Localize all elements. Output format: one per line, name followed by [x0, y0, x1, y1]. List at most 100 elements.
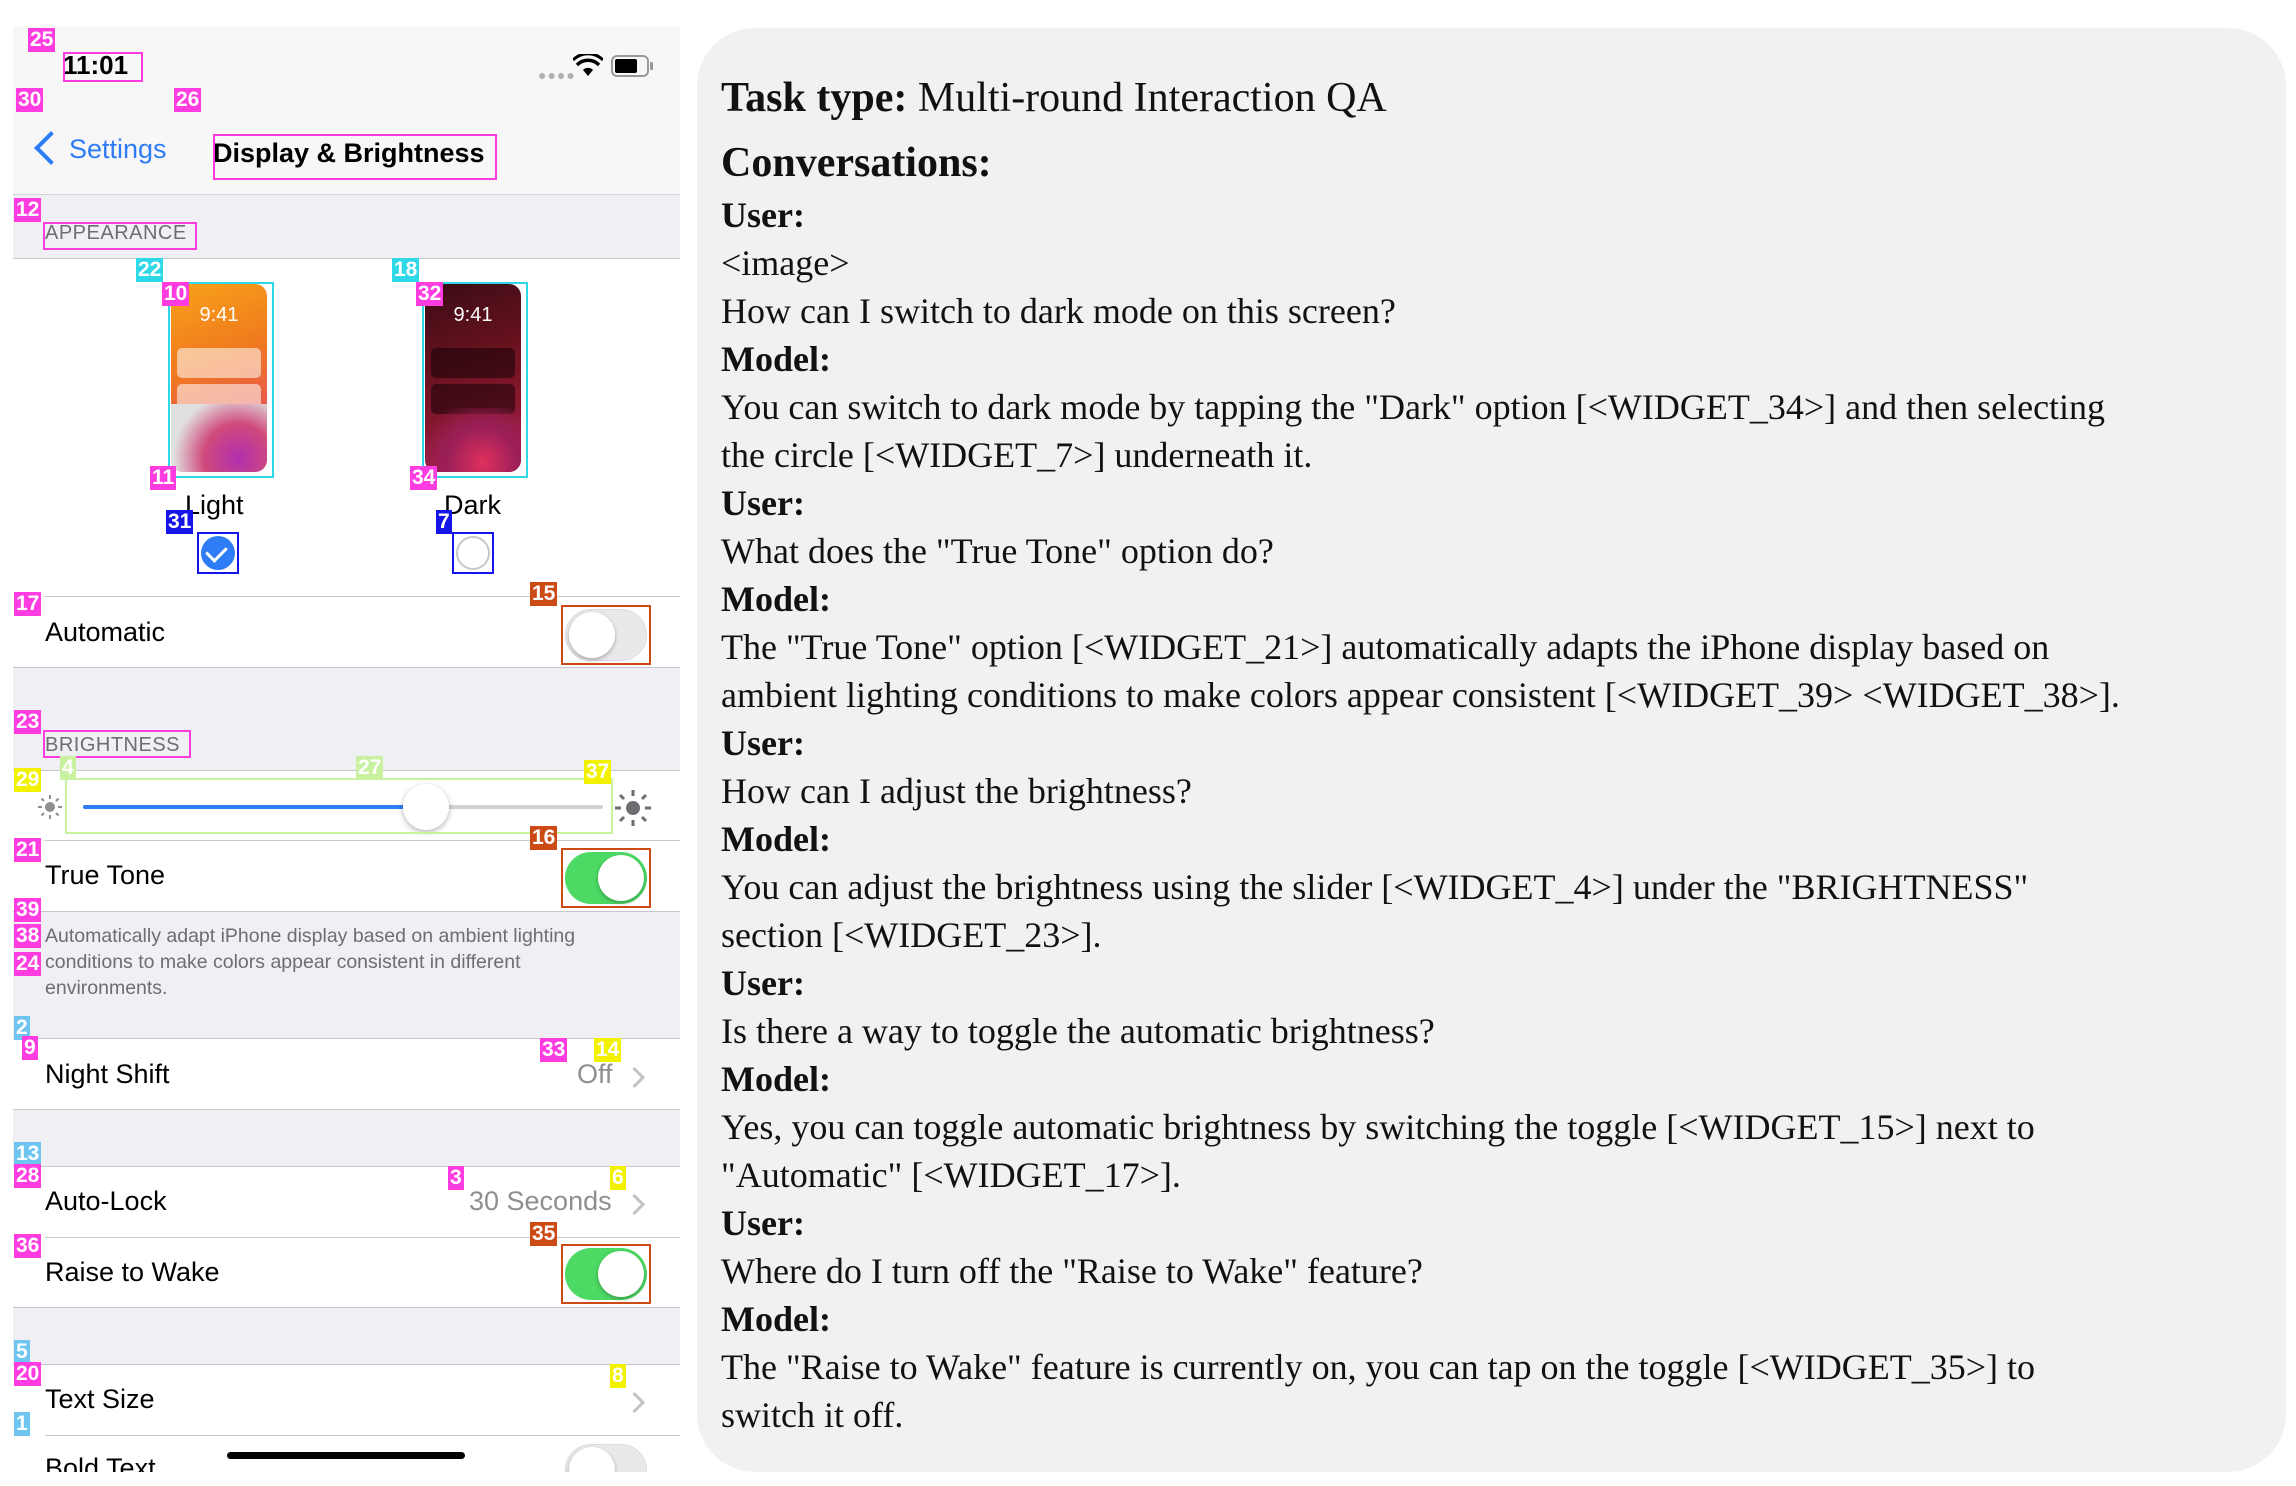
widget-tag: 24: [14, 952, 42, 976]
sun-small-icon: [38, 795, 62, 819]
message-line: "Automatic" [<WIDGET_17>].: [721, 1155, 1181, 1195]
message-line: The "Raise to Wake" feature is currently…: [721, 1347, 2036, 1387]
speaker-label: Model:: [721, 339, 831, 379]
message-line: What does the "True Tone" option do?: [721, 531, 1274, 571]
message-line: the circle [<WIDGET_7>] underneath it.: [721, 435, 1313, 475]
conversation-lines: User: <image> How can I switch to dark mod…: [721, 191, 2266, 1439]
annotation-box: [213, 134, 497, 180]
bold-text-label: Bold Text: [45, 1453, 156, 1472]
widget-tag: 22: [136, 258, 164, 282]
message-line: How can I adjust the brightness?: [721, 771, 1192, 811]
widget-tag: 26: [174, 88, 202, 112]
widget-tag: 7: [436, 510, 452, 534]
message-line: You can switch to dark mode by tapping t…: [721, 387, 2106, 427]
conversations-header: Conversations:: [721, 140, 992, 186]
widget-tag: 21: [14, 838, 42, 862]
conversation-text: Task type: Multi-round Interaction QA Co…: [721, 70, 2266, 1439]
widget-tag: 20: [14, 1362, 42, 1386]
back-button[interactable]: Settings: [23, 122, 183, 172]
widget-tag: 13: [14, 1142, 42, 1166]
widget-tag: 8: [610, 1364, 626, 1388]
task-type-label: Task type:: [721, 75, 908, 121]
message-line: You can adjust the brightness using the …: [721, 867, 2029, 907]
speaker-label: Model:: [721, 579, 831, 619]
speaker-label: User:: [721, 723, 805, 763]
description-line: environments.: [45, 977, 168, 999]
widget-tag: 35: [530, 1222, 558, 1246]
widget-tag: 15: [530, 582, 558, 606]
annotation-box: [452, 532, 494, 574]
widget-tag: 6: [610, 1166, 626, 1190]
bold-text-toggle[interactable]: [565, 1444, 647, 1472]
annotation-box: [561, 605, 651, 665]
widget-tag: 39: [14, 898, 42, 922]
divider: [13, 1307, 680, 1308]
widget-tag: 3: [448, 1166, 464, 1190]
message-line: Where do I turn off the "Raise to Wake" …: [721, 1251, 1423, 1291]
speaker-label: Model:: [721, 1299, 831, 1339]
annotation-box: [168, 282, 274, 478]
annotation-box: [63, 52, 143, 82]
message-line: <image>: [721, 243, 850, 283]
widget-tag: 28: [14, 1164, 42, 1188]
night-shift-value: Off: [577, 1059, 613, 1089]
speaker-label: Model:: [721, 819, 831, 859]
divider: [13, 911, 680, 912]
widget-tag: 4: [60, 756, 76, 780]
conversation-panel: Task type: Multi-round Interaction QA Co…: [697, 28, 2286, 1472]
annotation-box: [43, 222, 197, 250]
auto-lock-value: 30 Seconds: [469, 1186, 612, 1216]
message-line: How can I switch to dark mode on this sc…: [721, 291, 1396, 331]
widget-tag: 11: [150, 466, 177, 490]
widget-tag: 10: [162, 282, 190, 306]
annotation-box: [561, 1244, 651, 1304]
message-line: Yes, you can toggle automatic brightness…: [721, 1107, 2035, 1147]
sun-large-icon: [615, 790, 651, 826]
message-line: Is there a way to toggle the automatic b…: [721, 1011, 1435, 1051]
annotation-box: [197, 532, 239, 574]
chevron-left-icon: [34, 131, 68, 165]
true-tone-label: True Tone: [45, 860, 166, 890]
divider: [45, 1435, 680, 1436]
battery-icon: [611, 55, 653, 77]
wifi-icon: [573, 54, 603, 76]
widget-tag: 36: [14, 1234, 42, 1258]
widget-tag: 23: [14, 710, 42, 734]
appearance-panel: [13, 258, 680, 596]
widget-tag: 34: [410, 466, 438, 490]
speaker-label: User:: [721, 963, 805, 1003]
widget-tag: 5: [14, 1340, 30, 1364]
message-line: section [<WIDGET_23>].: [721, 915, 1102, 955]
automatic-label: Automatic: [45, 617, 166, 647]
speaker-label: Model:: [721, 1059, 831, 1099]
message-line: switch it off.: [721, 1395, 904, 1435]
widget-tag: 30: [16, 88, 44, 112]
description-line: Automatically adapt iPhone display based…: [45, 925, 576, 947]
night-shift-label: Night Shift: [45, 1059, 170, 1089]
task-type-value: Multi-round Interaction QA: [907, 75, 1387, 121]
widget-tag: 31: [166, 510, 194, 534]
widget-tag: 1: [14, 1412, 30, 1436]
widget-tag: 29: [14, 768, 42, 792]
speaker-label: User:: [721, 483, 805, 523]
divider: [13, 1109, 680, 1110]
true-tone-description: Automatically adapt iPhone display based…: [45, 923, 675, 1001]
dark-mode-label: Dark: [444, 490, 502, 520]
text-size-label: Text Size: [45, 1384, 155, 1414]
message-line: ambient lighting conditions to make colo…: [721, 675, 2120, 715]
widget-tag: 38: [14, 924, 42, 948]
cellular-signal-icon: ●●●●: [538, 67, 576, 83]
widget-tag: 33: [540, 1038, 568, 1062]
annotation-box: [43, 730, 191, 758]
widget-tag: 9: [22, 1036, 38, 1060]
back-button-label: Settings: [69, 134, 167, 164]
widget-tag: 27: [356, 756, 384, 780]
speaker-label: User:: [721, 1203, 805, 1243]
widget-tag: 25: [28, 28, 56, 52]
divider: [13, 667, 680, 668]
task-type-line: Task type: Multi-round Interaction QA: [721, 70, 2266, 135]
widget-tag: 14: [594, 1038, 622, 1062]
widget-tag: 16: [530, 826, 558, 850]
message-line: The "True Tone" option [<WIDGET_21>] aut…: [721, 627, 2050, 667]
home-indicator: [227, 1452, 465, 1459]
